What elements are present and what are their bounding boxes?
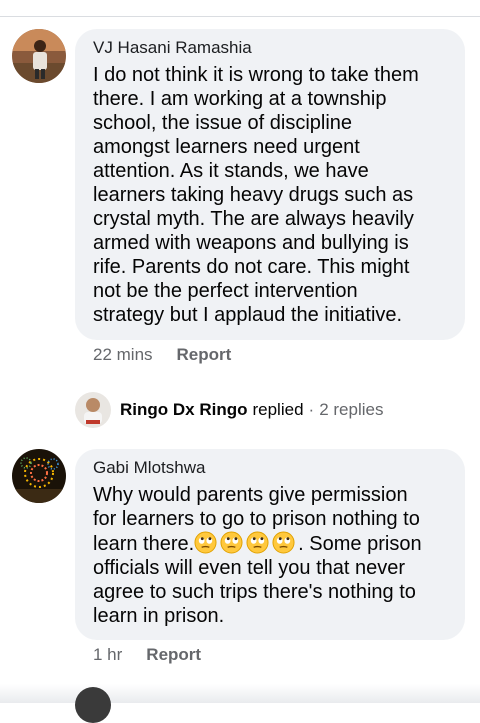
rolling-eyes-emoji-icon [194, 531, 217, 554]
avatar-partial [75, 687, 111, 723]
comment-timestamp[interactable]: 1 hr [93, 645, 122, 664]
rolling-eyes-emoji-group [194, 531, 298, 555]
comment-text: I do not think it is wrong to take them … [93, 64, 419, 326]
report-link[interactable]: Report [177, 345, 232, 364]
comment-text: Why would parents give permission for le… [93, 483, 447, 628]
reply-count[interactable]: 2 replies [319, 400, 383, 420]
profile-photo-icon [75, 392, 111, 428]
bottom-fade [0, 684, 480, 703]
top-divider [0, 16, 480, 17]
comment-bubble-1[interactable]: VJ Hasani Ramashia I do not think it is … [75, 29, 465, 340]
reply-separator: · [308, 400, 315, 419]
avatar-gabi-mlotshwa[interactable] [12, 449, 66, 503]
profile-photo-icon [12, 29, 66, 83]
comment-meta-1: 22 mins Report [93, 344, 231, 366]
reply-author-name[interactable]: Ringo Dx Ringo [120, 400, 247, 420]
report-link[interactable]: Report [146, 645, 201, 664]
comment-meta-2: 1 hr Report [93, 644, 201, 666]
comment-author[interactable]: Gabi Mlotshwa [93, 457, 447, 479]
reply-thread-row[interactable]: Ringo Dx Ringo replied · 2 replies [75, 392, 383, 428]
comment-bubble-2[interactable]: Gabi Mlotshwa Why would parents give per… [75, 449, 465, 640]
rolling-eyes-emoji-icon [246, 531, 269, 554]
comment-author[interactable]: VJ Hasani Ramashia [93, 37, 447, 59]
avatar-ringo-dx-ringo[interactable] [75, 392, 111, 428]
avatar-vj-hasani-ramashia[interactable] [12, 29, 66, 83]
partial-reply-row [75, 687, 111, 723]
fireworks-profile-icon [12, 449, 66, 503]
rolling-eyes-emoji-icon [272, 531, 295, 554]
replied-label: replied [252, 400, 304, 419]
comment-timestamp[interactable]: 22 mins [93, 345, 153, 364]
rolling-eyes-emoji-icon [220, 531, 243, 554]
